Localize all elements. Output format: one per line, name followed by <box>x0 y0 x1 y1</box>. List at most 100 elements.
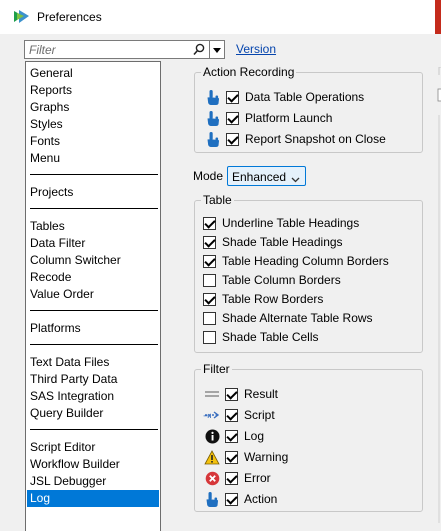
preferences-category-list[interactable]: General Reports Graphs Styles Fonts Menu Proje… <box>25 61 161 531</box>
shade-table-cells-checkbox[interactable] <box>203 330 216 344</box>
result-label: Result <box>244 387 279 401</box>
warning-checkbox[interactable] <box>225 450 238 464</box>
table-option-shade-alternate-table-rows[interactable]: Shade Alternate Table Rows <box>203 309 373 327</box>
data-table-operations-checkbox[interactable] <box>226 90 239 104</box>
nav-item-value-order[interactable]: Value Order <box>27 286 159 303</box>
table-option-table-heading-column-borders[interactable]: Table Heading Column Borders <box>203 252 389 270</box>
nav-item-workflow-builder[interactable]: Workflow Builder <box>27 456 159 473</box>
filter-input[interactable] <box>27 42 187 57</box>
search-icon[interactable] <box>193 43 205 59</box>
nav-item-reports[interactable]: Reports <box>27 82 159 99</box>
filter-option-error[interactable]: Error <box>203 469 271 487</box>
filter-option-warning[interactable]: Warning <box>203 448 288 466</box>
shade-alternate-table-rows-checkbox[interactable] <box>203 311 216 325</box>
script-checkbox[interactable] <box>225 408 238 422</box>
script-arrow-icon: ⇥ <box>203 406 221 424</box>
nav-item-sas-integration[interactable]: SAS Integration <box>27 388 159 405</box>
data-table-operations-label: Data Table Operations <box>245 90 365 104</box>
filter-field[interactable] <box>24 40 210 59</box>
filter-option-script[interactable]: ⇥ Script <box>203 406 275 424</box>
action-recording-heading: Action Recording <box>201 65 297 79</box>
list-separator <box>30 208 158 209</box>
nav-item-query-builder[interactable]: Query Builder <box>27 405 159 422</box>
table-column-borders-checkbox[interactable] <box>203 273 216 287</box>
filter-dropdown-button[interactable] <box>210 40 225 59</box>
underline-table-headings-checkbox[interactable] <box>203 216 216 230</box>
action-recording-option-platform-launch[interactable]: Platform Launch <box>204 109 332 127</box>
nav-item-fonts[interactable]: Fonts <box>27 133 159 150</box>
report-snapshot-on-close-checkbox[interactable] <box>226 132 239 146</box>
list-separator <box>30 174 158 175</box>
nav-item-tables[interactable]: Tables <box>27 218 159 235</box>
nav-item-styles[interactable]: Styles <box>27 116 159 133</box>
nav-item-script-editor[interactable]: Script Editor <box>27 439 159 456</box>
log-label: Log <box>244 429 265 443</box>
nav-item-graphs[interactable]: Graphs <box>27 99 159 116</box>
table-option-shade-table-headings[interactable]: Shade Table Headings <box>203 233 343 251</box>
table-option-shade-table-cells[interactable]: Shade Table Cells <box>203 328 319 346</box>
filter-heading: Filter <box>201 362 232 376</box>
log-checkbox[interactable] <box>225 429 238 443</box>
nav-item-recode[interactable]: Recode <box>27 269 159 286</box>
mode-selected-value: Enhanced <box>232 170 287 184</box>
nav-item-log[interactable]: Log <box>27 490 159 507</box>
shade-table-headings-checkbox[interactable] <box>203 235 216 249</box>
chevron-down-icon <box>213 48 221 53</box>
warning-icon <box>203 448 221 466</box>
hand-pointer-icon <box>204 109 222 127</box>
svg-text:⇥: ⇥ <box>203 411 211 421</box>
table-heading-column-borders-label: Table Heading Column Borders <box>222 254 389 268</box>
underline-table-headings-label: Underline Table Headings <box>222 216 360 230</box>
chevron-down-icon <box>291 172 300 186</box>
action-recording-option-data-table-operations[interactable]: Data Table Operations <box>204 88 364 106</box>
platform-launch-checkbox[interactable] <box>226 111 239 125</box>
filter-option-action[interactable]: Action <box>203 490 277 508</box>
table-option-table-row-borders[interactable]: Table Row Borders <box>203 290 323 308</box>
shade-table-headings-label: Shade Table Headings <box>222 235 343 249</box>
nav-item-menu[interactable]: Menu <box>27 150 159 167</box>
table-heading-column-borders-checkbox[interactable] <box>203 254 216 268</box>
hand-pointer-icon <box>203 490 221 508</box>
filter-option-result[interactable]: Result <box>203 385 278 403</box>
list-separator <box>30 310 158 311</box>
platform-launch-label: Platform Launch <box>245 111 333 125</box>
result-lines-icon <box>203 385 221 403</box>
action-recording-option-report-snapshot-on-close[interactable]: Report Snapshot on Close <box>204 130 386 148</box>
title-bar: Preferences <box>0 0 441 34</box>
table-row-borders-label: Table Row Borders <box>222 292 324 306</box>
nav-item-platforms[interactable]: Platforms <box>27 320 159 337</box>
nav-item-projects[interactable]: Projects <box>27 184 159 201</box>
hand-pointer-icon <box>204 88 222 106</box>
window-title: Preferences <box>37 10 102 24</box>
table-option-underline-table-headings[interactable]: Underline Table Headings <box>203 214 359 232</box>
nav-item-data-filter[interactable]: Data Filter <box>27 235 159 252</box>
table-option-table-column-borders[interactable]: Table Column Borders <box>203 271 341 289</box>
nav-item-column-switcher[interactable]: Column Switcher <box>27 252 159 269</box>
nav-item-text-data-files[interactable]: Text Data Files <box>27 354 159 371</box>
warning-label: Warning <box>244 450 289 464</box>
table-heading: Table <box>201 193 234 207</box>
filter-option-log[interactable]: Log <box>203 427 264 445</box>
mode-label: Mode <box>193 169 224 183</box>
version-link[interactable]: Version <box>236 42 276 56</box>
nav-item-third-party-data[interactable]: Third Party Data <box>27 371 159 388</box>
error-checkbox[interactable] <box>225 471 238 485</box>
nav-item-jsl-debugger[interactable]: JSL Debugger <box>27 473 159 490</box>
app-logo-icon <box>13 9 30 27</box>
result-checkbox[interactable] <box>225 387 238 401</box>
hand-pointer-icon <box>204 130 222 148</box>
script-label: Script <box>244 408 275 422</box>
info-icon <box>203 427 221 445</box>
error-label: Error <box>244 471 271 485</box>
mode-select[interactable]: Enhanced <box>227 166 306 186</box>
shade-table-cells-label: Shade Table Cells <box>222 330 319 344</box>
shade-alternate-table-rows-label: Shade Alternate Table Rows <box>222 311 373 325</box>
report-snapshot-on-close-label: Report Snapshot on Close <box>245 132 386 146</box>
list-separator <box>30 429 158 430</box>
list-separator <box>30 344 158 345</box>
action-label: Action <box>244 492 278 506</box>
table-row-borders-checkbox[interactable] <box>203 292 216 306</box>
adjacent-panel-edge <box>433 66 441 523</box>
nav-item-general[interactable]: General <box>27 65 159 82</box>
action-checkbox[interactable] <box>225 492 238 506</box>
